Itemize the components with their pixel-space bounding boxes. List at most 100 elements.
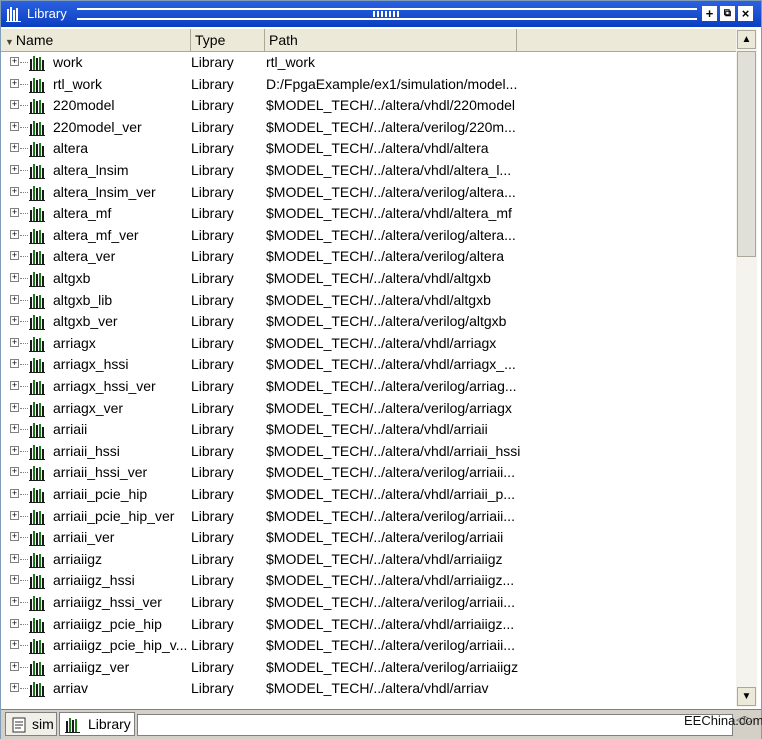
- column-type-header[interactable]: Type: [191, 29, 265, 51]
- title-bar[interactable]: Library + ⧉ ×: [1, 1, 761, 27]
- expand-icon[interactable]: +: [10, 316, 19, 326]
- table-row[interactable]: + altgxb_ver Library $MODEL_TECH/../altera/…: [1, 311, 736, 332]
- table-row[interactable]: + arriaii_pcie_hip_ver Library $MODEL_TECH/…: [1, 506, 736, 527]
- drag-handle[interactable]: [77, 8, 697, 20]
- close-icon[interactable]: ×: [738, 6, 753, 21]
- table-row[interactable]: + arriaii_hssi Library $MODEL_TECH/../alter…: [1, 441, 736, 462]
- row-type: Library: [191, 680, 234, 697]
- expand-icon[interactable]: +: [10, 597, 19, 606]
- expand-icon[interactable]: +: [10, 553, 19, 563]
- expand-icon[interactable]: +: [10, 57, 19, 66]
- expand-icon[interactable]: +: [10, 186, 19, 196]
- table-row[interactable]: + altera_lnsim Library $MODEL_TECH/../alter…: [1, 160, 736, 181]
- table-row[interactable]: + altera_lnsim_ver Library $MODEL_TECH/../a…: [1, 182, 736, 203]
- expand-icon[interactable]: +: [10, 381, 19, 390]
- row-path: $MODEL_TECH/../altera/vhdl/220model: [266, 97, 515, 114]
- expand-icon[interactable]: +: [10, 510, 19, 520]
- table-row[interactable]: + rtl_work Library D:/FpgaExample/ex1/simul…: [1, 74, 736, 95]
- table-row[interactable]: + altera_mf Library $MODEL_TECH/../altera/v…: [1, 203, 736, 224]
- table-row[interactable]: + altera_mf_ver Library $MODEL_TECH/../alte…: [1, 225, 736, 246]
- row-type: Library: [191, 162, 234, 178]
- maximize-icon[interactable]: +: [702, 6, 717, 21]
- expand-icon[interactable]: +: [10, 337, 19, 347]
- column-path-header[interactable]: Path: [265, 29, 517, 51]
- expand-icon[interactable]: +: [10, 445, 19, 455]
- expand-icon[interactable]: +: [10, 143, 19, 153]
- tab-scroll-icon[interactable]: ◁▷: [736, 713, 753, 726]
- library-icon: [28, 551, 46, 569]
- tab-sim[interactable]: sim: [5, 712, 57, 736]
- table-row[interactable]: + altera_ver Library $MODEL_TECH/../altera/…: [1, 246, 736, 267]
- expand-icon[interactable]: +: [10, 640, 19, 650]
- expand-icon[interactable]: +: [10, 165, 19, 174]
- row-name: arriaii_hssi_ver: [53, 464, 148, 481]
- row-type: Library: [191, 356, 234, 373]
- table-row[interactable]: + arriaii_pcie_hip Library $MODEL_TECH/../a…: [1, 484, 736, 505]
- expand-icon[interactable]: +: [10, 100, 19, 110]
- expand-icon[interactable]: +: [10, 359, 19, 369]
- scroll-up-icon[interactable]: ▲: [737, 30, 756, 49]
- row-path: $MODEL_TECH/../altera/verilog/arriagx: [266, 399, 512, 416]
- vertical-scrollbar[interactable]: ▲ ▼: [736, 29, 757, 707]
- row-type: Library: [191, 313, 234, 330]
- table-row[interactable]: + arriaiigz_hssi Library $MODEL_TECH/../alt…: [1, 570, 736, 591]
- column-header: ▼ Name Type Path: [1, 29, 736, 52]
- row-path: $MODEL_TECH/../altera/verilog/altera...: [266, 183, 516, 200]
- expand-icon[interactable]: +: [10, 575, 19, 585]
- expand-icon[interactable]: +: [10, 294, 19, 304]
- table-row[interactable]: + arriaiigz_pcie_hip Library $MODEL_TECH/..…: [1, 614, 736, 635]
- table-row[interactable]: + altgxb_lib Library $MODEL_TECH/../altera/…: [1, 290, 736, 311]
- table-row[interactable]: +220model_ver Library $MODEL_TECH/../alter…: [1, 117, 736, 138]
- table-row[interactable]: + work Library rtl_work: [1, 52, 736, 73]
- row-type: Library: [191, 334, 234, 351]
- table-row[interactable]: + arriaiigz_ver Library $MODEL_TECH/../alte…: [1, 657, 736, 678]
- table-row[interactable]: + altera Library $MODEL_TECH/../altera/vhdl…: [1, 138, 736, 159]
- table-row[interactable]: + arriaii_hssi_ver Library $MODEL_TECH/../a…: [1, 462, 736, 483]
- expand-icon[interactable]: +: [10, 121, 19, 131]
- table-row[interactable]: + arriagx_hssi_ver Library $MODEL_TECH/../a…: [1, 376, 736, 397]
- sort-arrow-icon[interactable]: ▼: [5, 37, 14, 47]
- table-row[interactable]: + arriaiigz Library $MODEL_TECH/../altera/v…: [1, 549, 736, 570]
- expand-icon[interactable]: +: [10, 273, 19, 282]
- table-row[interactable]: + arriaii Library $MODEL_TECH/../altera/vhd…: [1, 419, 736, 440]
- expand-icon[interactable]: +: [10, 229, 19, 239]
- expand-icon[interactable]: +: [10, 424, 19, 434]
- row-path: $MODEL_TECH/../altera/verilog/altgxb: [266, 313, 507, 330]
- column-name-header[interactable]: ▼ Name: [1, 29, 191, 51]
- expand-icon[interactable]: +: [10, 78, 19, 88]
- expand-icon[interactable]: +: [10, 467, 19, 477]
- expand-icon[interactable]: +: [10, 402, 19, 412]
- table-row[interactable]: + arriaiigz_pcie_hip_v... Library $MODEL_TE…: [1, 635, 736, 656]
- row-name: altera_ver: [53, 248, 116, 265]
- expand-icon[interactable]: +: [10, 661, 19, 671]
- expand-icon[interactable]: +: [10, 683, 19, 693]
- expand-icon[interactable]: +: [10, 489, 19, 498]
- tree-connector: [20, 170, 28, 171]
- row-path: $MODEL_TECH/../altera/vhdl/altera: [266, 140, 489, 157]
- row-path: $MODEL_TECH/../altera/verilog/arriaiigz: [266, 658, 519, 675]
- tree-connector: [20, 321, 28, 323]
- row-type: Library: [191, 226, 234, 243]
- tab-library[interactable]: Library: [59, 712, 135, 736]
- undock-icon[interactable]: ⧉: [720, 6, 735, 21]
- table-row[interactable]: +220model Library $MODEL_TECH/../altera/vh…: [1, 95, 736, 116]
- table-row[interactable]: + arriav Library $MODEL_TECH/../altera/vhdl…: [1, 678, 736, 699]
- expand-icon[interactable]: +: [10, 532, 19, 542]
- library-icon: [28, 335, 46, 353]
- table-row[interactable]: + arriaii_ver Library $MODEL_TECH/../altera…: [1, 527, 736, 548]
- expand-icon[interactable]: +: [10, 618, 19, 628]
- tree-connector: [20, 234, 28, 236]
- row-path: $MODEL_TECH/../altera/vhdl/altgxb: [266, 291, 491, 308]
- expand-icon[interactable]: +: [10, 208, 19, 218]
- table-row[interactable]: + arriaiigz_hssi_ver Library $MODEL_TECH/..…: [1, 592, 736, 613]
- scroll-thumb[interactable]: [737, 51, 756, 257]
- row-path: D:/FpgaExample/ex1/simulation/model...: [266, 75, 518, 92]
- table-row[interactable]: + altgxb Library $MODEL_TECH/../altera/vhdl…: [1, 268, 736, 289]
- row-type: Library: [191, 399, 234, 416]
- scroll-down-icon[interactable]: ▼: [737, 687, 756, 706]
- table-row[interactable]: + arriagx Library $MODEL_TECH/../altera/vhd…: [1, 333, 736, 354]
- table-row[interactable]: + arriagx_ver Library $MODEL_TECH/../altera…: [1, 398, 736, 419]
- library-icon: [28, 313, 46, 331]
- table-row[interactable]: + arriagx_hssi Library $MODEL_TECH/../alter…: [1, 354, 736, 375]
- expand-icon[interactable]: +: [10, 251, 19, 261]
